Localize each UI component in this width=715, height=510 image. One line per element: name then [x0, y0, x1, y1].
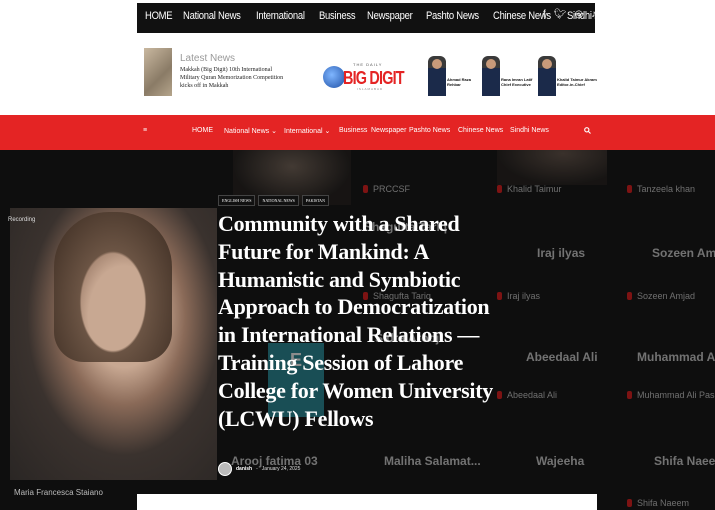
- nav-home[interactable]: HOME: [192, 127, 213, 134]
- content-card: [137, 494, 597, 510]
- recording-indicator: Recording: [8, 217, 36, 223]
- author-name[interactable]: danish: [236, 466, 252, 472]
- nav-national-news[interactable]: National News ⌄: [224, 127, 277, 135]
- topnav-international[interactable]: International: [256, 10, 305, 26]
- logo-city: ISLAMABAD: [357, 87, 384, 91]
- article-date: January 24, 2025: [261, 466, 301, 472]
- logo-tagline: THE DAILY: [353, 62, 383, 67]
- article-headline[interactable]: Community with a Shared Future for Manki…: [218, 210, 508, 432]
- site-logo[interactable]: THE DAILY BIG DIGIT ISLAMABAD: [323, 62, 413, 92]
- twitter-icon[interactable]: 🐦︎: [554, 9, 567, 20]
- nav-newspaper[interactable]: Newspaper: [371, 127, 406, 134]
- globe-icon: [323, 66, 345, 88]
- article-byline: danish - January 24, 2025: [218, 462, 300, 476]
- instagram-icon[interactable]: ◎: [574, 9, 583, 20]
- byline-separator: -: [256, 466, 258, 472]
- tag-national-news[interactable]: National News: [258, 195, 299, 206]
- tag-english-news[interactable]: English News: [218, 195, 256, 206]
- latest-news-text[interactable]: Makkah (Big Digit) 10th International Mi…: [180, 66, 292, 90]
- latest-news-title: Latest News: [180, 53, 236, 64]
- person-label-1: Ahmad Raza Rehbar: [447, 77, 472, 87]
- menu-icon[interactable]: ≡: [143, 127, 147, 134]
- nav-international[interactable]: International ⌄: [284, 127, 330, 135]
- person-label-3: Khalid Taimur Akram Editor-in-Chief: [557, 77, 597, 87]
- nav-sindhi-news[interactable]: Sindhi News: [510, 127, 549, 134]
- person-photo-3: [538, 56, 556, 96]
- topnav-business[interactable]: Business: [319, 10, 356, 26]
- author-avatar[interactable]: [218, 462, 232, 476]
- topnav-national-news[interactable]: National News: [183, 10, 241, 26]
- latest-news-thumbnail[interactable]: [144, 48, 172, 96]
- social-links: f 🐦︎ ◎ ♪: [543, 9, 596, 20]
- tiktok-icon[interactable]: ♪: [591, 9, 596, 20]
- participant-name-main: Maria Francesca Staiano: [14, 488, 103, 497]
- nav-business[interactable]: Business: [339, 127, 367, 134]
- topnav-newspaper[interactable]: Newspaper: [367, 10, 413, 26]
- person-photo-1: [428, 56, 446, 96]
- person-label-2: Rana Imran Latif Chief Executive: [501, 77, 533, 87]
- tag-pakistan[interactable]: Pakistan: [301, 195, 329, 206]
- logo-wordmark: BIG DIGIT: [343, 68, 405, 88]
- search-icon[interactable]: [584, 127, 591, 136]
- person-photo-2: [482, 56, 500, 96]
- article-tags: English News National News Pakistan: [218, 195, 329, 206]
- topnav-home[interactable]: HOME: [145, 10, 173, 26]
- nav-pashto-news[interactable]: Pashto News: [409, 127, 450, 134]
- participant-video-main: [10, 208, 217, 480]
- topnav-pashto-news[interactable]: Pashto News: [426, 10, 479, 26]
- nav-chinese-news[interactable]: Chinese News: [458, 127, 503, 134]
- facebook-icon[interactable]: f: [543, 9, 546, 20]
